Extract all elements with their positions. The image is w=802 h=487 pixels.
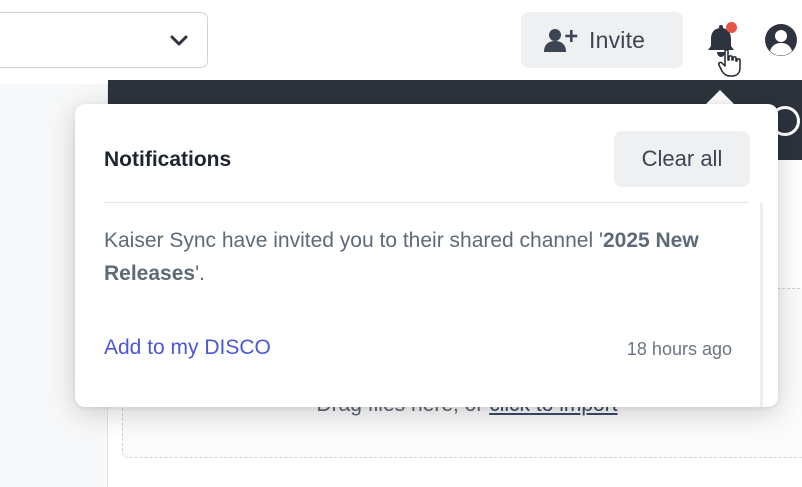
invite-label: Invite [589, 26, 646, 53]
notification-message: Kaiser Sync have invited you to their sh… [104, 224, 744, 290]
hand-cursor-icon [718, 49, 741, 77]
add-to-disco-link[interactable]: Add to my DISCO [104, 336, 271, 360]
scrollbar-track[interactable] [760, 203, 763, 407]
separator [104, 202, 749, 203]
clear-all-button[interactable]: Clear all [614, 131, 750, 187]
popover-arrow [705, 90, 735, 105]
notification-time: 18 hours ago [626, 339, 732, 359]
notification-badge [726, 22, 737, 33]
message-prefix: Kaiser Sync have invited you to their sh… [104, 229, 603, 252]
notifications-popover: Notifications Clear all Kaiser Sync have… [75, 104, 778, 407]
user-circle-icon[interactable] [764, 23, 798, 57]
add-user-icon [544, 29, 578, 52]
invite-button[interactable]: Invite [521, 12, 683, 68]
top-bar: Invite [0, 0, 802, 84]
chevron-down-icon [170, 35, 188, 46]
notifications-title: Notifications [104, 148, 232, 171]
workspace-select[interactable] [0, 12, 208, 68]
message-suffix: '. [195, 262, 205, 285]
